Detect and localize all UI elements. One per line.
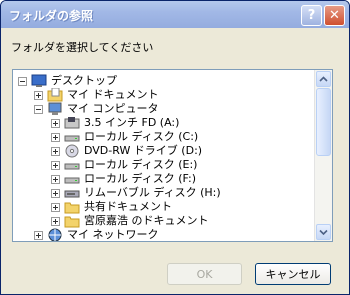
scroll-thumb[interactable] xyxy=(316,88,331,156)
expand-icon[interactable] xyxy=(51,216,60,226)
help-button[interactable]: ? xyxy=(301,5,322,26)
expand-icon[interactable] xyxy=(51,174,60,184)
collapse-icon[interactable] xyxy=(34,104,43,114)
tree-item-my-network[interactable]: マイ ネットワーク xyxy=(34,227,159,241)
tree-scrollbar[interactable] xyxy=(314,70,332,241)
tree-item-label: マイ ネットワーク xyxy=(67,228,159,241)
expand-icon[interactable] xyxy=(51,160,60,170)
expand-icon[interactable] xyxy=(34,230,43,240)
expand-icon[interactable] xyxy=(51,188,60,198)
local-disk-icon xyxy=(64,158,80,172)
computer-icon xyxy=(47,102,63,116)
expand-icon[interactable] xyxy=(51,146,60,156)
network-icon xyxy=(47,228,63,241)
expand-icon[interactable] xyxy=(51,118,60,128)
instruction-text: フォルダを選択してください xyxy=(11,41,154,54)
documents-folder-icon xyxy=(47,87,63,102)
title-bar[interactable]: フォルダの参照 ? ✕ xyxy=(1,1,349,28)
scroll-up-button[interactable] xyxy=(316,71,331,87)
close-button[interactable]: ✕ xyxy=(324,5,345,26)
collapse-icon[interactable] xyxy=(18,76,27,86)
expand-icon[interactable] xyxy=(51,202,60,212)
floppy-drive-icon xyxy=(64,116,80,130)
ok-button[interactable]: OK xyxy=(167,263,242,285)
folder-icon xyxy=(64,200,80,214)
desktop-icon xyxy=(31,74,47,88)
removable-disk-icon xyxy=(64,186,80,200)
chevron-down-icon xyxy=(319,229,328,236)
expand-icon[interactable] xyxy=(51,132,60,142)
folder-icon xyxy=(64,214,80,228)
expand-icon[interactable] xyxy=(34,90,43,100)
window-title: フォルダの参照 xyxy=(9,9,94,23)
chevron-up-icon xyxy=(319,76,328,82)
browse-folder-dialog: フォルダの参照 ? ✕ フォルダを選択してください デスクトップ マイ ドキュメ… xyxy=(0,0,350,295)
cancel-button[interactable]: キャンセル xyxy=(255,263,331,285)
scroll-down-button[interactable] xyxy=(316,224,331,240)
dvd-drive-icon xyxy=(64,144,80,158)
local-disk-icon xyxy=(64,130,80,144)
folder-tree[interactable]: デスクトップ マイ ドキュメント マイ コンピュータ 3.5 インチ FD (A… xyxy=(12,69,333,242)
local-disk-icon xyxy=(64,172,80,186)
